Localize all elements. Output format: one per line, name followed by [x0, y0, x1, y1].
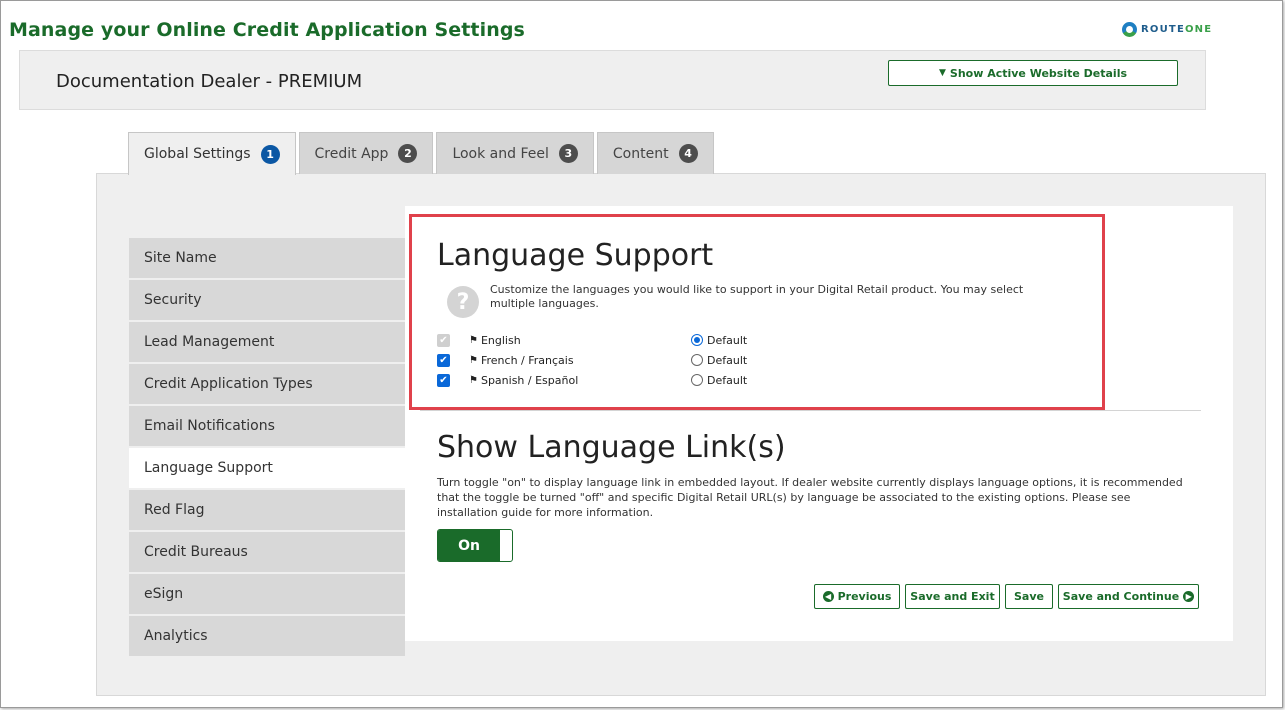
routeone-logo-icon: [1122, 22, 1137, 37]
save-button[interactable]: Save: [1005, 584, 1053, 609]
arrow-left-circle-icon: ◀: [822, 591, 834, 602]
save-exit-label: Save and Exit: [910, 590, 995, 603]
show-language-links-heading: Show Language Link(s): [437, 430, 786, 465]
language-label: French / Français: [480, 353, 574, 367]
logo-text-one: ONE: [1184, 24, 1213, 35]
language-link-description: Turn toggle "on" to display language lin…: [437, 476, 1183, 519]
question-circle-icon[interactable]: ?: [447, 286, 479, 318]
section-divider: [420, 410, 1201, 411]
sidebar-item-email-notifications[interactable]: Email Notifications: [129, 406, 405, 446]
tab-label: Content: [612, 145, 669, 162]
spanish-checkbox[interactable]: ✔: [437, 373, 450, 387]
tab-step-badge: 1: [260, 144, 280, 164]
previous-label: Previous: [837, 590, 892, 603]
tab-look-and-feel[interactable]: Look and Feel 3: [436, 132, 594, 174]
save-continue-label: Save and Continue: [1062, 590, 1180, 603]
language-row-spanish: ✔ ⚑ Spanish / Español Default: [437, 372, 747, 388]
english-default-radio[interactable]: [691, 334, 703, 346]
tab-step-badge: 3: [558, 144, 578, 163]
default-label: Default: [707, 353, 748, 367]
tab-label: Credit App: [314, 145, 389, 162]
sidebar-item-security[interactable]: Security: [129, 280, 405, 320]
flag-icon: ⚑: [469, 374, 478, 386]
spanish-default-radio[interactable]: [691, 374, 703, 386]
save-and-continue-button[interactable]: Save and Continue ▶: [1058, 584, 1199, 609]
sidebar-item-lead-management[interactable]: Lead Management: [129, 322, 405, 362]
logo-text: ROUTEONE: [1141, 24, 1212, 35]
language-row-french: ✔ ⚑ French / Français Default: [437, 352, 747, 368]
english-default-radio-group[interactable]: Default: [691, 334, 747, 347]
sidebar-item-site-name[interactable]: Site Name: [129, 238, 405, 278]
tab-credit-app[interactable]: Credit App 2: [298, 132, 434, 174]
sidebar-item-red-flag[interactable]: Red Flag: [129, 490, 405, 530]
show-active-website-details-button[interactable]: ▼ Show Active Website Details: [888, 60, 1178, 86]
dealer-name: Documentation Dealer - PREMIUM: [56, 71, 363, 92]
language-label: Spanish / Español: [480, 373, 579, 387]
tab-label: Global Settings: [144, 146, 251, 162]
settings-tabs: Global Settings 1 Credit App 2 Look and …: [128, 132, 714, 175]
sidebar-item-analytics[interactable]: Analytics: [129, 616, 405, 656]
tab-global-settings[interactable]: Global Settings 1: [128, 132, 296, 175]
tab-content[interactable]: Content 4: [596, 132, 714, 174]
tab-step-badge: 4: [678, 144, 698, 163]
english-checkbox: ✔: [437, 333, 450, 347]
default-label: Default: [707, 333, 748, 347]
tab-step-badge: 2: [398, 144, 418, 163]
routeone-logo: ROUTEONE: [1122, 22, 1212, 37]
language-support-heading: Language Support: [437, 238, 714, 273]
sidebar-item-credit-bureaus[interactable]: Credit Bureaus: [129, 532, 405, 572]
sidebar-item-label: Security: [144, 292, 202, 308]
french-default-radio-group[interactable]: Default: [691, 354, 747, 367]
save-and-exit-button[interactable]: Save and Exit: [905, 584, 1000, 609]
save-label: Save: [1014, 590, 1044, 603]
tab-label: Look and Feel: [452, 145, 549, 162]
default-label: Default: [707, 373, 748, 387]
french-default-radio[interactable]: [691, 354, 703, 366]
language-row-english: ✔ ⚑ English Default: [437, 332, 747, 348]
show-details-label: Show Active Website Details: [949, 66, 1128, 80]
sidebar-item-label: Language Support: [144, 460, 273, 476]
language-label: English: [480, 333, 521, 347]
previous-button[interactable]: ◀ Previous: [814, 584, 900, 609]
french-checkbox[interactable]: ✔: [437, 353, 450, 367]
sidebar-item-label: Lead Management: [144, 334, 275, 350]
page-title: Manage your Online Credit Application Se…: [9, 19, 525, 41]
language-support-description: Customize the languages you would like t…: [490, 283, 1024, 310]
flag-icon: ⚑: [469, 334, 478, 346]
sidebar-item-label: Email Notifications: [144, 418, 275, 434]
sidebar-item-language-support[interactable]: Language Support: [129, 448, 405, 488]
chevron-down-icon: ▼: [938, 68, 946, 78]
sidebar-item-esign[interactable]: eSign: [129, 574, 405, 614]
settings-sidebar: Site Name Security Lead Management Credi…: [129, 238, 405, 658]
sidebar-item-label: Credit Application Types: [144, 376, 313, 392]
logo-text-route: ROUTE: [1141, 24, 1185, 35]
sidebar-item-label: Red Flag: [144, 502, 205, 518]
sidebar-item-label: Credit Bureaus: [144, 544, 248, 560]
arrow-right-circle-icon: ▶: [1183, 591, 1195, 602]
sidebar-item-credit-application-types[interactable]: Credit Application Types: [129, 364, 405, 404]
toggle-on-label: On: [438, 530, 500, 561]
sidebar-item-label: Site Name: [144, 250, 217, 266]
language-link-toggle[interactable]: On: [437, 529, 513, 562]
sidebar-item-label: Analytics: [144, 628, 208, 644]
dealer-bar: Documentation Dealer - PREMIUM ▼ Show Ac…: [19, 50, 1206, 110]
spanish-default-radio-group[interactable]: Default: [691, 374, 747, 387]
flag-icon: ⚑: [469, 354, 478, 366]
sidebar-item-label: eSign: [144, 586, 184, 602]
